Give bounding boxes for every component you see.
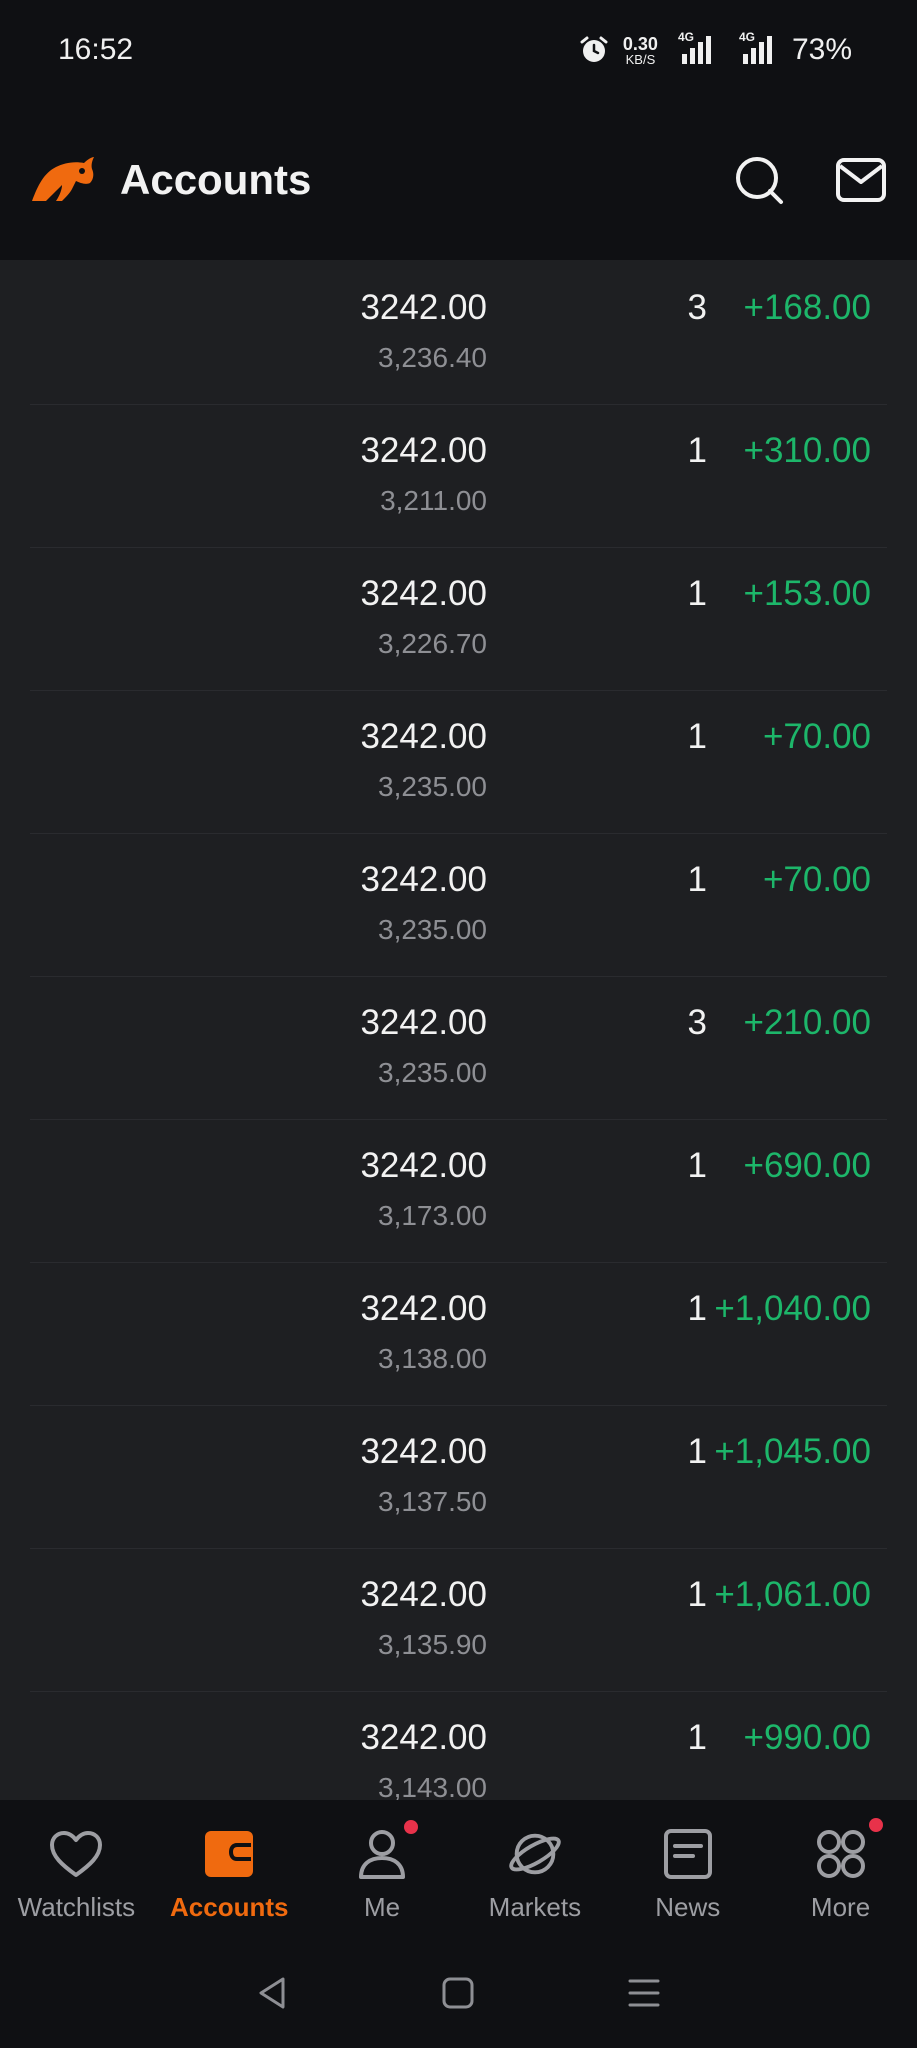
quantity: 1 xyxy=(687,1575,707,1614)
nav-accounts[interactable]: Accounts xyxy=(153,1800,306,1938)
system-nav-bar xyxy=(0,1938,917,2048)
profit-loss: +990.00 xyxy=(743,1718,872,1757)
profit-loss: +70.00 xyxy=(762,860,871,899)
nav-me[interactable]: Me xyxy=(306,1800,459,1938)
position-row[interactable]: 3242.00 3,143.00 1 +990.00 xyxy=(30,1692,887,1800)
position-row[interactable]: 3242.00 3,138.00 1 +1,040.00 xyxy=(30,1263,887,1406)
profit-loss: +1,045.00 xyxy=(714,1432,871,1471)
quantity: 1 xyxy=(687,1432,707,1471)
recents-menu-icon[interactable] xyxy=(626,1976,662,2010)
profit-loss: +1,040.00 xyxy=(714,1289,871,1328)
back-icon[interactable] xyxy=(255,1975,291,2011)
notification-badge xyxy=(868,1818,883,1832)
signal-icon: 4G xyxy=(678,30,711,64)
profit-loss: +210.00 xyxy=(743,1003,872,1042)
position-row[interactable]: 3242.00 3,235.00 1 +70.00 xyxy=(30,834,887,977)
position-row[interactable]: 3242.00 3,236.40 3 +168.00 xyxy=(30,262,887,405)
alarm-icon xyxy=(580,36,608,62)
current-price: 3242.00 xyxy=(360,1003,487,1042)
current-price: 3242.00 xyxy=(360,1718,487,1757)
profit-loss: +690.00 xyxy=(743,1146,872,1185)
position-row[interactable]: 3242.00 3,235.00 3 +210.00 xyxy=(30,977,887,1120)
average-cost: 3,226.70 xyxy=(378,628,487,659)
quantity: 1 xyxy=(687,1289,707,1328)
bottom-nav: Watchlists Accounts Me Markets News More xyxy=(0,1800,917,1938)
current-price: 3242.00 xyxy=(360,431,487,470)
average-cost: 3,236.40 xyxy=(378,342,487,373)
quantity: 1 xyxy=(687,860,707,899)
quantity: 1 xyxy=(687,1718,707,1757)
position-row[interactable]: 3242.00 3,235.00 1 +70.00 xyxy=(30,691,887,834)
notification-badge xyxy=(404,1820,419,1834)
grid-icon xyxy=(816,1830,865,1878)
home-icon[interactable] xyxy=(441,1976,475,2010)
position-row[interactable]: 3242.00 3,211.00 1 +310.00 xyxy=(30,405,887,548)
wallet-icon xyxy=(205,1831,254,1877)
average-cost: 3,211.00 xyxy=(380,485,487,516)
planet-icon xyxy=(509,1833,561,1875)
nav-label: Watchlists xyxy=(17,1892,136,1922)
current-price: 3242.00 xyxy=(360,574,487,613)
signal-icon: 4G xyxy=(739,30,772,64)
signal-tag: 4G xyxy=(677,30,694,44)
position-row[interactable]: 3242.00 3,137.50 1 +1,045.00 xyxy=(30,1406,887,1549)
current-price: 3242.00 xyxy=(360,1289,487,1328)
position-row[interactable]: 3242.00 3,135.90 1 +1,061.00 xyxy=(30,1549,887,1692)
average-cost: 3,135.90 xyxy=(378,1629,487,1660)
nav-label: Accounts xyxy=(170,1892,289,1922)
heart-icon xyxy=(50,1831,103,1877)
quantity: 3 xyxy=(687,288,707,327)
current-price: 3242.00 xyxy=(360,1432,487,1471)
status-icons: 0.30 KB/S 4G 4G 73% xyxy=(579,30,852,67)
quantity: 1 xyxy=(687,431,707,470)
battery-level: 73% xyxy=(791,33,852,66)
nav-watchlists[interactable]: Watchlists xyxy=(0,1800,153,1938)
person-icon xyxy=(359,1830,406,1879)
average-cost: 3,137.50 xyxy=(378,1486,487,1517)
average-cost: 3,173.00 xyxy=(378,1200,487,1231)
quantity: 1 xyxy=(687,574,707,613)
net-speed-value: 0.30 xyxy=(622,33,658,54)
nav-label: More xyxy=(810,1892,871,1922)
average-cost: 3,235.00 xyxy=(378,1057,487,1088)
bull-logo-icon xyxy=(32,157,94,201)
signal-tag: 4G xyxy=(738,30,755,44)
nav-more[interactable]: More xyxy=(764,1800,917,1938)
net-speed-unit: KB/S xyxy=(625,51,656,67)
position-row[interactable]: 3242.00 3,226.70 1 +153.00 xyxy=(30,548,887,691)
average-cost: 3,235.00 xyxy=(378,914,487,945)
quantity: 1 xyxy=(687,717,707,756)
net-speed: 0.30 KB/S xyxy=(623,35,658,66)
nav-markets[interactable]: Markets xyxy=(458,1800,611,1938)
search-icon[interactable] xyxy=(733,154,785,206)
nav-label: News xyxy=(655,1892,721,1922)
status-bar: 16:52 0.30 KB/S 4G 4G 73% xyxy=(0,0,917,100)
average-cost: 3,143.00 xyxy=(378,1772,487,1800)
app-header: Accounts xyxy=(0,100,917,260)
profit-loss: +168.00 xyxy=(743,288,872,327)
current-price: 3242.00 xyxy=(360,860,487,899)
status-time: 16:52 xyxy=(58,33,134,66)
positions-list[interactable]: 3242.00 3,236.40 3 +168.00 3242.00 3,211… xyxy=(0,262,917,1800)
profit-loss: +153.00 xyxy=(743,574,872,613)
nav-news[interactable]: News xyxy=(611,1800,764,1938)
average-cost: 3,138.00 xyxy=(378,1343,487,1374)
current-price: 3242.00 xyxy=(360,1146,487,1185)
profit-loss: +70.00 xyxy=(762,717,871,756)
quantity: 1 xyxy=(687,1146,707,1185)
current-price: 3242.00 xyxy=(360,288,487,327)
profit-loss: +1,061.00 xyxy=(714,1575,871,1614)
quantity: 3 xyxy=(687,1003,707,1042)
position-row[interactable]: 3242.00 3,173.00 1 +690.00 xyxy=(30,1120,887,1263)
mail-icon[interactable] xyxy=(835,157,887,203)
page-title: Accounts xyxy=(120,156,312,203)
current-price: 3242.00 xyxy=(360,717,487,756)
current-price: 3242.00 xyxy=(360,1575,487,1614)
nav-label: Me xyxy=(364,1892,401,1922)
nav-label: Markets xyxy=(488,1892,582,1922)
profit-loss: +310.00 xyxy=(743,431,872,470)
news-icon xyxy=(663,1829,712,1879)
average-cost: 3,235.00 xyxy=(378,771,487,802)
